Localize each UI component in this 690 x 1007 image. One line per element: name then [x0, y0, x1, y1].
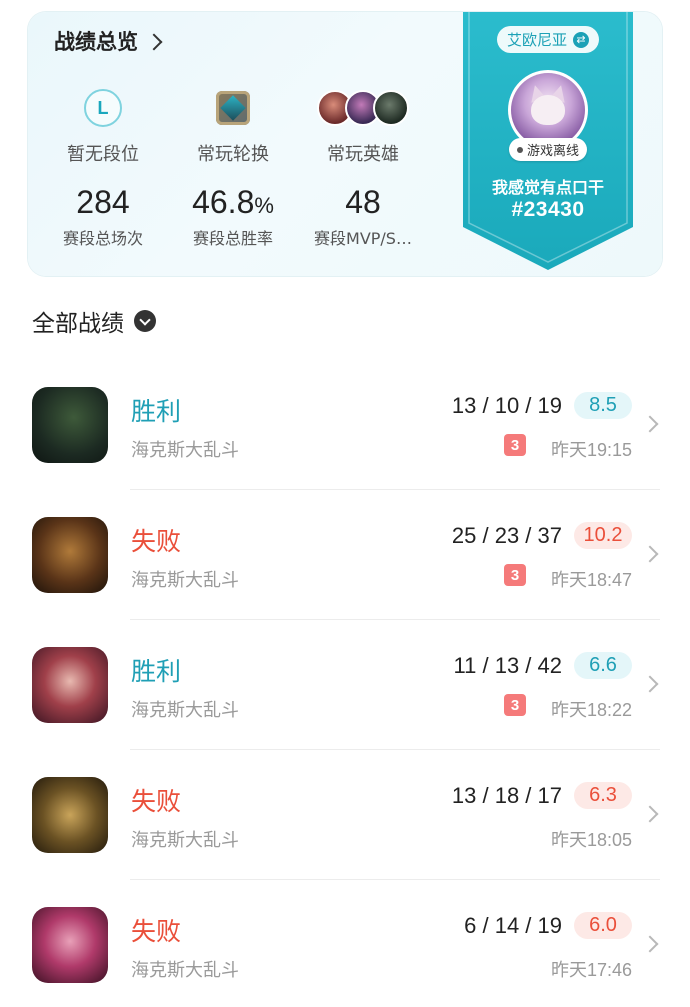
chevron-right-icon	[641, 675, 659, 693]
status-dot-icon	[516, 146, 523, 153]
match-time: 昨天18:47	[550, 570, 632, 590]
score-badge: 6.3	[574, 782, 632, 809]
mvp-label: 赛段MVP/S…	[314, 229, 412, 248]
game-mode: 海克斯大乱斗	[131, 830, 239, 851]
score-badge: 8.5	[574, 392, 632, 419]
profile-banner[interactable]: 艾欧尼亚 ⇄ 游戏离线 我感觉有点口干 #23430	[463, 12, 633, 270]
match-row[interactable]: 胜利 海克斯大乱斗 11 / 13 / 42 6.6 3 昨天18:22	[0, 620, 690, 750]
hero-avatar	[32, 647, 108, 723]
score-badge: 6.6	[574, 652, 632, 679]
hero-avatar	[32, 387, 108, 463]
mvp-count: 48	[345, 184, 381, 220]
rank-icon: L	[84, 89, 122, 127]
triple-kill-badge: 3	[504, 434, 526, 456]
game-mode: 海克斯大乱斗	[131, 570, 239, 591]
hero-avatar	[32, 907, 108, 983]
match-row[interactable]: 失败 海克斯大乱斗 13 / 18 / 17 6.3 昨天18:05	[0, 750, 690, 880]
avatar-image	[511, 73, 585, 147]
frequent-heroes	[317, 90, 409, 126]
winrate-value: 46.8%	[192, 184, 274, 220]
kda: 13 / 10 / 19	[451, 393, 562, 418]
match-row[interactable]: 失败 海克斯大乱斗 25 / 23 / 37 10.2 3 昨天18:47	[0, 490, 690, 620]
heroes-stat[interactable]: 常玩英雄 48 赛段MVP/S…	[298, 86, 428, 249]
games-count: 284	[76, 184, 130, 220]
triple-kill-badge: 3	[504, 694, 526, 716]
chevron-right-icon	[145, 33, 163, 51]
online-status-badge: 游戏离线	[508, 138, 588, 161]
match-time: 昨天19:15	[550, 440, 632, 460]
match-result: 胜利	[131, 657, 182, 686]
heroes-label: 常玩英雄	[327, 144, 399, 165]
kda: 6 / 14 / 19	[464, 913, 562, 938]
match-filter-dropdown[interactable]: 全部战绩	[32, 304, 156, 338]
match-time: 昨天18:05	[550, 830, 632, 850]
triple-kill-badge: 3	[504, 564, 526, 586]
hero-avatar	[32, 777, 108, 853]
hero-portrait-icon	[373, 90, 409, 126]
match-time: 昨天17:46	[550, 960, 632, 980]
chevron-down-icon	[134, 310, 156, 332]
match-row[interactable]: 胜利 海克斯大乱斗 13 / 10 / 19 8.5 3 昨天19:15	[0, 360, 690, 490]
game-mode: 海克斯大乱斗	[131, 440, 239, 461]
match-result: 失败	[131, 917, 182, 946]
rotation-mode-icon	[216, 91, 250, 125]
region-switch[interactable]: 艾欧尼亚 ⇄	[496, 26, 600, 53]
match-result: 失败	[131, 527, 182, 556]
match-time: 昨天18:22	[550, 700, 632, 720]
kda: 25 / 23 / 37	[451, 523, 562, 548]
match-filter-label: 全部战绩	[32, 311, 124, 337]
game-mode: 海克斯大乱斗	[131, 700, 239, 721]
hero-avatar	[32, 517, 108, 593]
swap-icon: ⇄	[573, 31, 590, 48]
winrate-label: 赛段总胜率	[192, 229, 273, 248]
match-list: 胜利 海克斯大乱斗 13 / 10 / 19 8.5 3 昨天19:15 失败 …	[0, 360, 690, 1007]
rotation-label: 常玩轮换	[197, 144, 269, 165]
match-row[interactable]: 失败 海克斯大乱斗 6 / 14 / 19 6.0 昨天17:46	[0, 880, 690, 1007]
player-tag: #23430	[511, 198, 585, 221]
rank-label: 暂无段位	[67, 144, 139, 165]
summary-card: 战绩总览 L 暂无段位 284 赛段总场次 常玩轮换 46.8% 赛段总胜率 常	[28, 12, 662, 276]
game-mode: 海克斯大乱斗	[131, 960, 239, 981]
match-result: 失败	[131, 787, 182, 816]
kda: 13 / 18 / 17	[451, 783, 562, 808]
status-text: 游戏离线	[526, 144, 580, 159]
score-badge: 10.2	[574, 522, 632, 549]
chevron-right-icon	[641, 545, 659, 563]
games-label: 赛段总场次	[62, 229, 143, 248]
summary-title-link[interactable]: 战绩总览	[54, 26, 163, 56]
score-badge: 6.0	[574, 912, 632, 939]
chevron-right-icon	[641, 935, 659, 953]
kda: 11 / 13 / 42	[453, 653, 562, 678]
region-name: 艾欧尼亚	[506, 31, 568, 49]
match-result: 胜利	[131, 397, 182, 426]
summary-title: 战绩总览	[54, 30, 138, 54]
player-name: 我感觉有点口干	[491, 178, 604, 197]
rank-stat[interactable]: L 暂无段位 284 赛段总场次	[38, 86, 168, 249]
page: 战绩总览 L 暂无段位 284 赛段总场次 常玩轮换 46.8% 赛段总胜率 常	[0, 0, 690, 1007]
chevron-right-icon	[641, 415, 659, 433]
chevron-right-icon	[641, 805, 659, 823]
rotation-stat[interactable]: 常玩轮换 46.8% 赛段总胜率	[168, 86, 298, 249]
